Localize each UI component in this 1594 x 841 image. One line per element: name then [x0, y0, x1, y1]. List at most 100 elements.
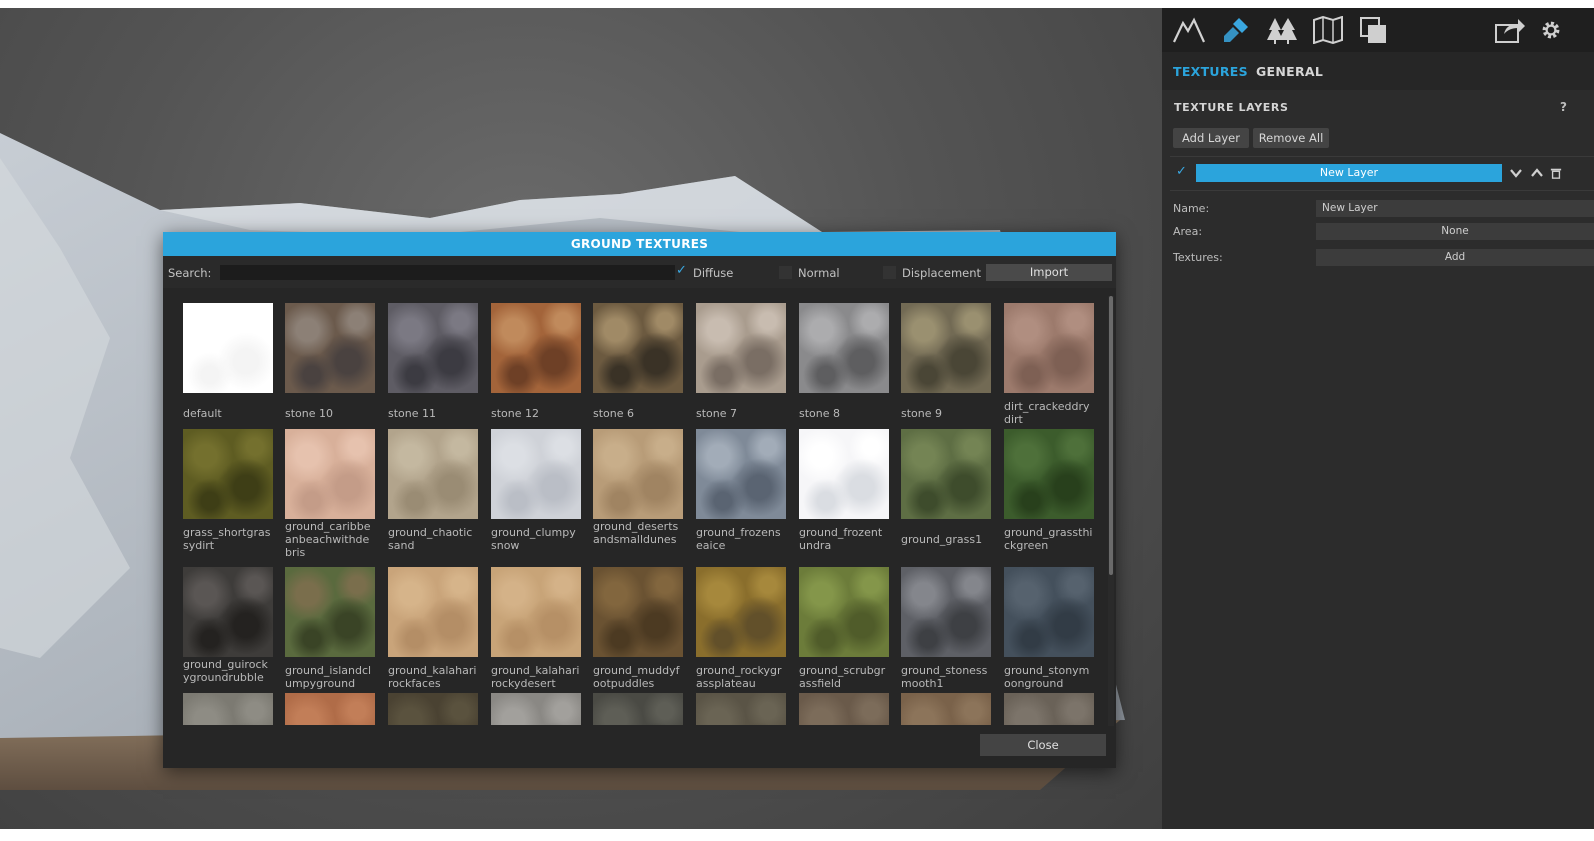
- diffuse-checkbox[interactable]: ✓: [676, 263, 687, 278]
- texture-tile[interactable]: stone 11: [388, 303, 478, 429]
- texture-tile[interactable]: ground_stonymoonground: [1004, 567, 1094, 693]
- texture-thumbnail[interactable]: [183, 429, 273, 519]
- texture-tile[interactable]: ground_rockygrassplateau: [696, 567, 786, 693]
- texture-thumbnail[interactable]: [799, 429, 889, 519]
- texture-tile[interactable]: ground_desertsandsmalldunes: [593, 429, 683, 567]
- texture-tile[interactable]: ground_grassthickgreen: [1004, 429, 1094, 567]
- texture-thumbnail[interactable]: [183, 693, 273, 725]
- texture-tile[interactable]: ground_frozentundra: [799, 429, 889, 567]
- texture-tile[interactable]: stone 10: [285, 303, 375, 429]
- map-icon[interactable]: [1311, 14, 1345, 46]
- texture-tile[interactable]: [491, 693, 581, 725]
- texture-tile[interactable]: ground_scrubgrassfield: [799, 567, 889, 693]
- close-button[interactable]: Close: [980, 734, 1106, 756]
- texture-thumbnail[interactable]: [1004, 303, 1094, 393]
- texture-thumbnail[interactable]: [696, 303, 786, 393]
- move-down-icon[interactable]: [1508, 164, 1524, 182]
- texture-thumbnail[interactable]: [285, 429, 375, 519]
- texture-thumbnail[interactable]: [696, 429, 786, 519]
- texture-thumbnail[interactable]: [491, 303, 581, 393]
- mountain-icon[interactable]: [1172, 14, 1206, 46]
- texture-tile[interactable]: default: [183, 303, 273, 429]
- texture-tile[interactable]: stone 6: [593, 303, 683, 429]
- texture-thumbnail[interactable]: [593, 693, 683, 725]
- texture-thumbnail[interactable]: [285, 567, 375, 657]
- texture-tile[interactable]: ground_chaoticsand: [388, 429, 478, 567]
- texture-thumbnail[interactable]: [696, 693, 786, 725]
- texture-tile[interactable]: ground_frozenseaice: [696, 429, 786, 567]
- texture-tile[interactable]: [183, 693, 273, 725]
- texture-tile[interactable]: [696, 693, 786, 725]
- texture-tile[interactable]: [1004, 693, 1094, 725]
- texture-name: ground_frozenseaice: [696, 526, 781, 552]
- texture-thumbnail[interactable]: [799, 693, 889, 725]
- texture-tile[interactable]: stone 8: [799, 303, 889, 429]
- gear-icon[interactable]: [1540, 14, 1562, 46]
- texture-thumbnail[interactable]: [901, 303, 991, 393]
- texture-thumbnail[interactable]: [1004, 429, 1094, 519]
- scrollbar-thumb[interactable]: [1109, 296, 1113, 575]
- add-layer-button[interactable]: Add Layer: [1173, 128, 1249, 148]
- texture-tile[interactable]: [285, 693, 375, 725]
- normal-checkbox[interactable]: [779, 266, 792, 279]
- move-up-icon[interactable]: [1529, 164, 1545, 182]
- remove-all-button[interactable]: Remove All: [1253, 128, 1329, 148]
- texture-tile[interactable]: ground_caribbeanbeachwithdebris: [285, 429, 375, 567]
- texture-thumbnail[interactable]: [901, 693, 991, 725]
- texture-tile[interactable]: stone 12: [491, 303, 581, 429]
- layer-name-bar[interactable]: New Layer: [1196, 164, 1502, 182]
- texture-tile[interactable]: ground_islandclumpyground: [285, 567, 375, 693]
- textures-add-button[interactable]: Add: [1316, 249, 1594, 266]
- tab-general[interactable]: GENERAL: [1256, 64, 1323, 79]
- texture-thumbnail[interactable]: [285, 693, 375, 725]
- search-input[interactable]: [220, 265, 675, 280]
- layers-icon[interactable]: [1357, 14, 1391, 46]
- texture-tile[interactable]: ground_stonessmooth1: [901, 567, 991, 693]
- texture-tile[interactable]: ground_clumpysnow: [491, 429, 581, 567]
- texture-tile[interactable]: ground_kalaharirockfaces: [388, 567, 478, 693]
- tab-textures[interactable]: TEXTURES: [1173, 64, 1248, 79]
- texture-thumbnail[interactable]: [491, 567, 581, 657]
- texture-thumbnail[interactable]: [285, 303, 375, 393]
- texture-thumbnail[interactable]: [696, 567, 786, 657]
- texture-tile[interactable]: ground_kalaharirockydesert: [491, 567, 581, 693]
- texture-thumbnail[interactable]: [901, 567, 991, 657]
- area-dropdown[interactable]: None: [1316, 223, 1594, 240]
- texture-thumbnail[interactable]: [1004, 693, 1094, 725]
- texture-tile[interactable]: stone 9: [901, 303, 991, 429]
- texture-thumbnail[interactable]: [388, 693, 478, 725]
- layer-name-field[interactable]: New Layer: [1316, 200, 1594, 217]
- texture-thumbnail[interactable]: [901, 429, 991, 519]
- texture-thumbnail[interactable]: [491, 429, 581, 519]
- texture-tile[interactable]: [388, 693, 478, 725]
- texture-tile[interactable]: ground_guirockygroundrubble: [183, 567, 273, 693]
- texture-thumbnail[interactable]: [388, 429, 478, 519]
- texture-tile[interactable]: stone 7: [696, 303, 786, 429]
- texture-tile[interactable]: ground_grass1: [901, 429, 991, 567]
- displacement-checkbox[interactable]: [883, 266, 896, 279]
- export-icon[interactable]: [1493, 14, 1527, 46]
- delete-layer-icon[interactable]: [1550, 164, 1562, 182]
- texture-thumbnail[interactable]: [388, 303, 478, 393]
- texture-thumbnail[interactable]: [183, 303, 273, 393]
- texture-tile[interactable]: [799, 693, 889, 725]
- texture-thumbnail[interactable]: [799, 303, 889, 393]
- texture-thumbnail[interactable]: [491, 693, 581, 725]
- import-button[interactable]: Import: [986, 264, 1112, 281]
- texture-tile[interactable]: grass_shortgrassydirt: [183, 429, 273, 567]
- layer-enabled-checkbox[interactable]: ✓: [1176, 164, 1187, 179]
- texture-thumbnail[interactable]: [593, 567, 683, 657]
- texture-thumbnail[interactable]: [593, 303, 683, 393]
- paint-brush-icon[interactable]: [1219, 14, 1253, 46]
- texture-thumbnail[interactable]: [388, 567, 478, 657]
- texture-tile[interactable]: dirt_crackeddrydirt: [1004, 303, 1094, 429]
- trees-icon[interactable]: [1265, 14, 1299, 46]
- texture-thumbnail[interactable]: [1004, 567, 1094, 657]
- texture-thumbnail[interactable]: [183, 567, 273, 657]
- texture-thumbnail[interactable]: [593, 429, 683, 519]
- help-icon[interactable]: ?: [1560, 100, 1567, 114]
- texture-thumbnail[interactable]: [799, 567, 889, 657]
- texture-tile[interactable]: [593, 693, 683, 725]
- texture-tile[interactable]: ground_muddyfootpuddles: [593, 567, 683, 693]
- texture-tile[interactable]: [901, 693, 991, 725]
